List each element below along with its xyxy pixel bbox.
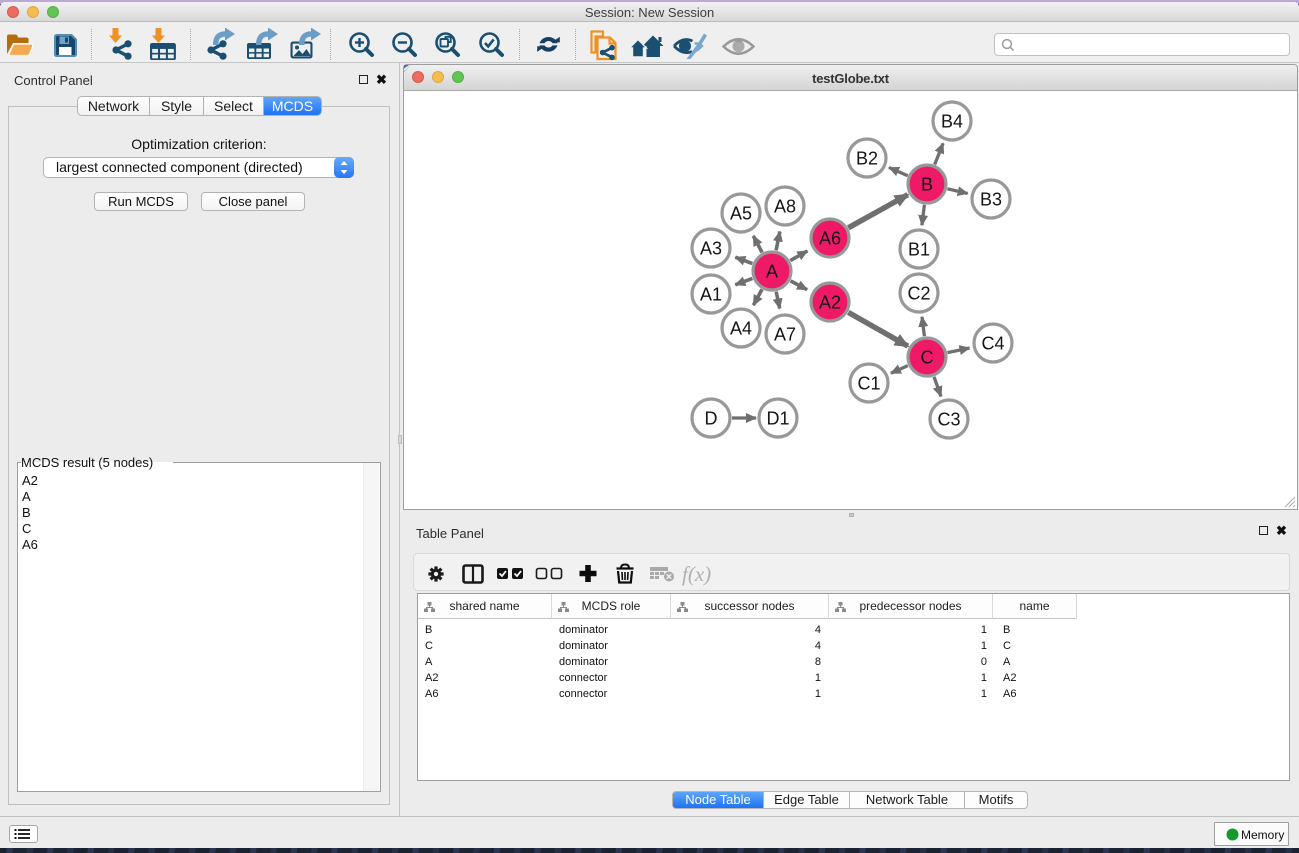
svg-text:A8: A8 (774, 197, 796, 217)
svg-text:B: B (921, 175, 933, 195)
svg-text:C3: C3 (937, 410, 960, 430)
svg-text:A6: A6 (819, 229, 841, 249)
svg-text:A4: A4 (730, 319, 752, 339)
svg-text:B1: B1 (908, 240, 930, 260)
svg-text:A1: A1 (700, 285, 722, 305)
svg-text:D: D (705, 409, 718, 429)
svg-text:C: C (921, 348, 934, 368)
svg-text:A3: A3 (700, 239, 722, 259)
svg-text:B4: B4 (941, 112, 963, 132)
svg-text:C4: C4 (981, 334, 1004, 354)
svg-text:f(x): f(x) (682, 562, 711, 586)
svg-text:C2: C2 (907, 284, 930, 304)
svg-text:B2: B2 (856, 149, 878, 169)
svg-text:A: A (766, 262, 778, 282)
svg-text:D1: D1 (766, 409, 789, 429)
svg-text:C1: C1 (857, 374, 880, 394)
svg-text:A2: A2 (819, 293, 841, 313)
svg-text:A5: A5 (730, 204, 752, 224)
svg-text:B3: B3 (980, 190, 1002, 210)
svg-text:A7: A7 (774, 325, 796, 345)
